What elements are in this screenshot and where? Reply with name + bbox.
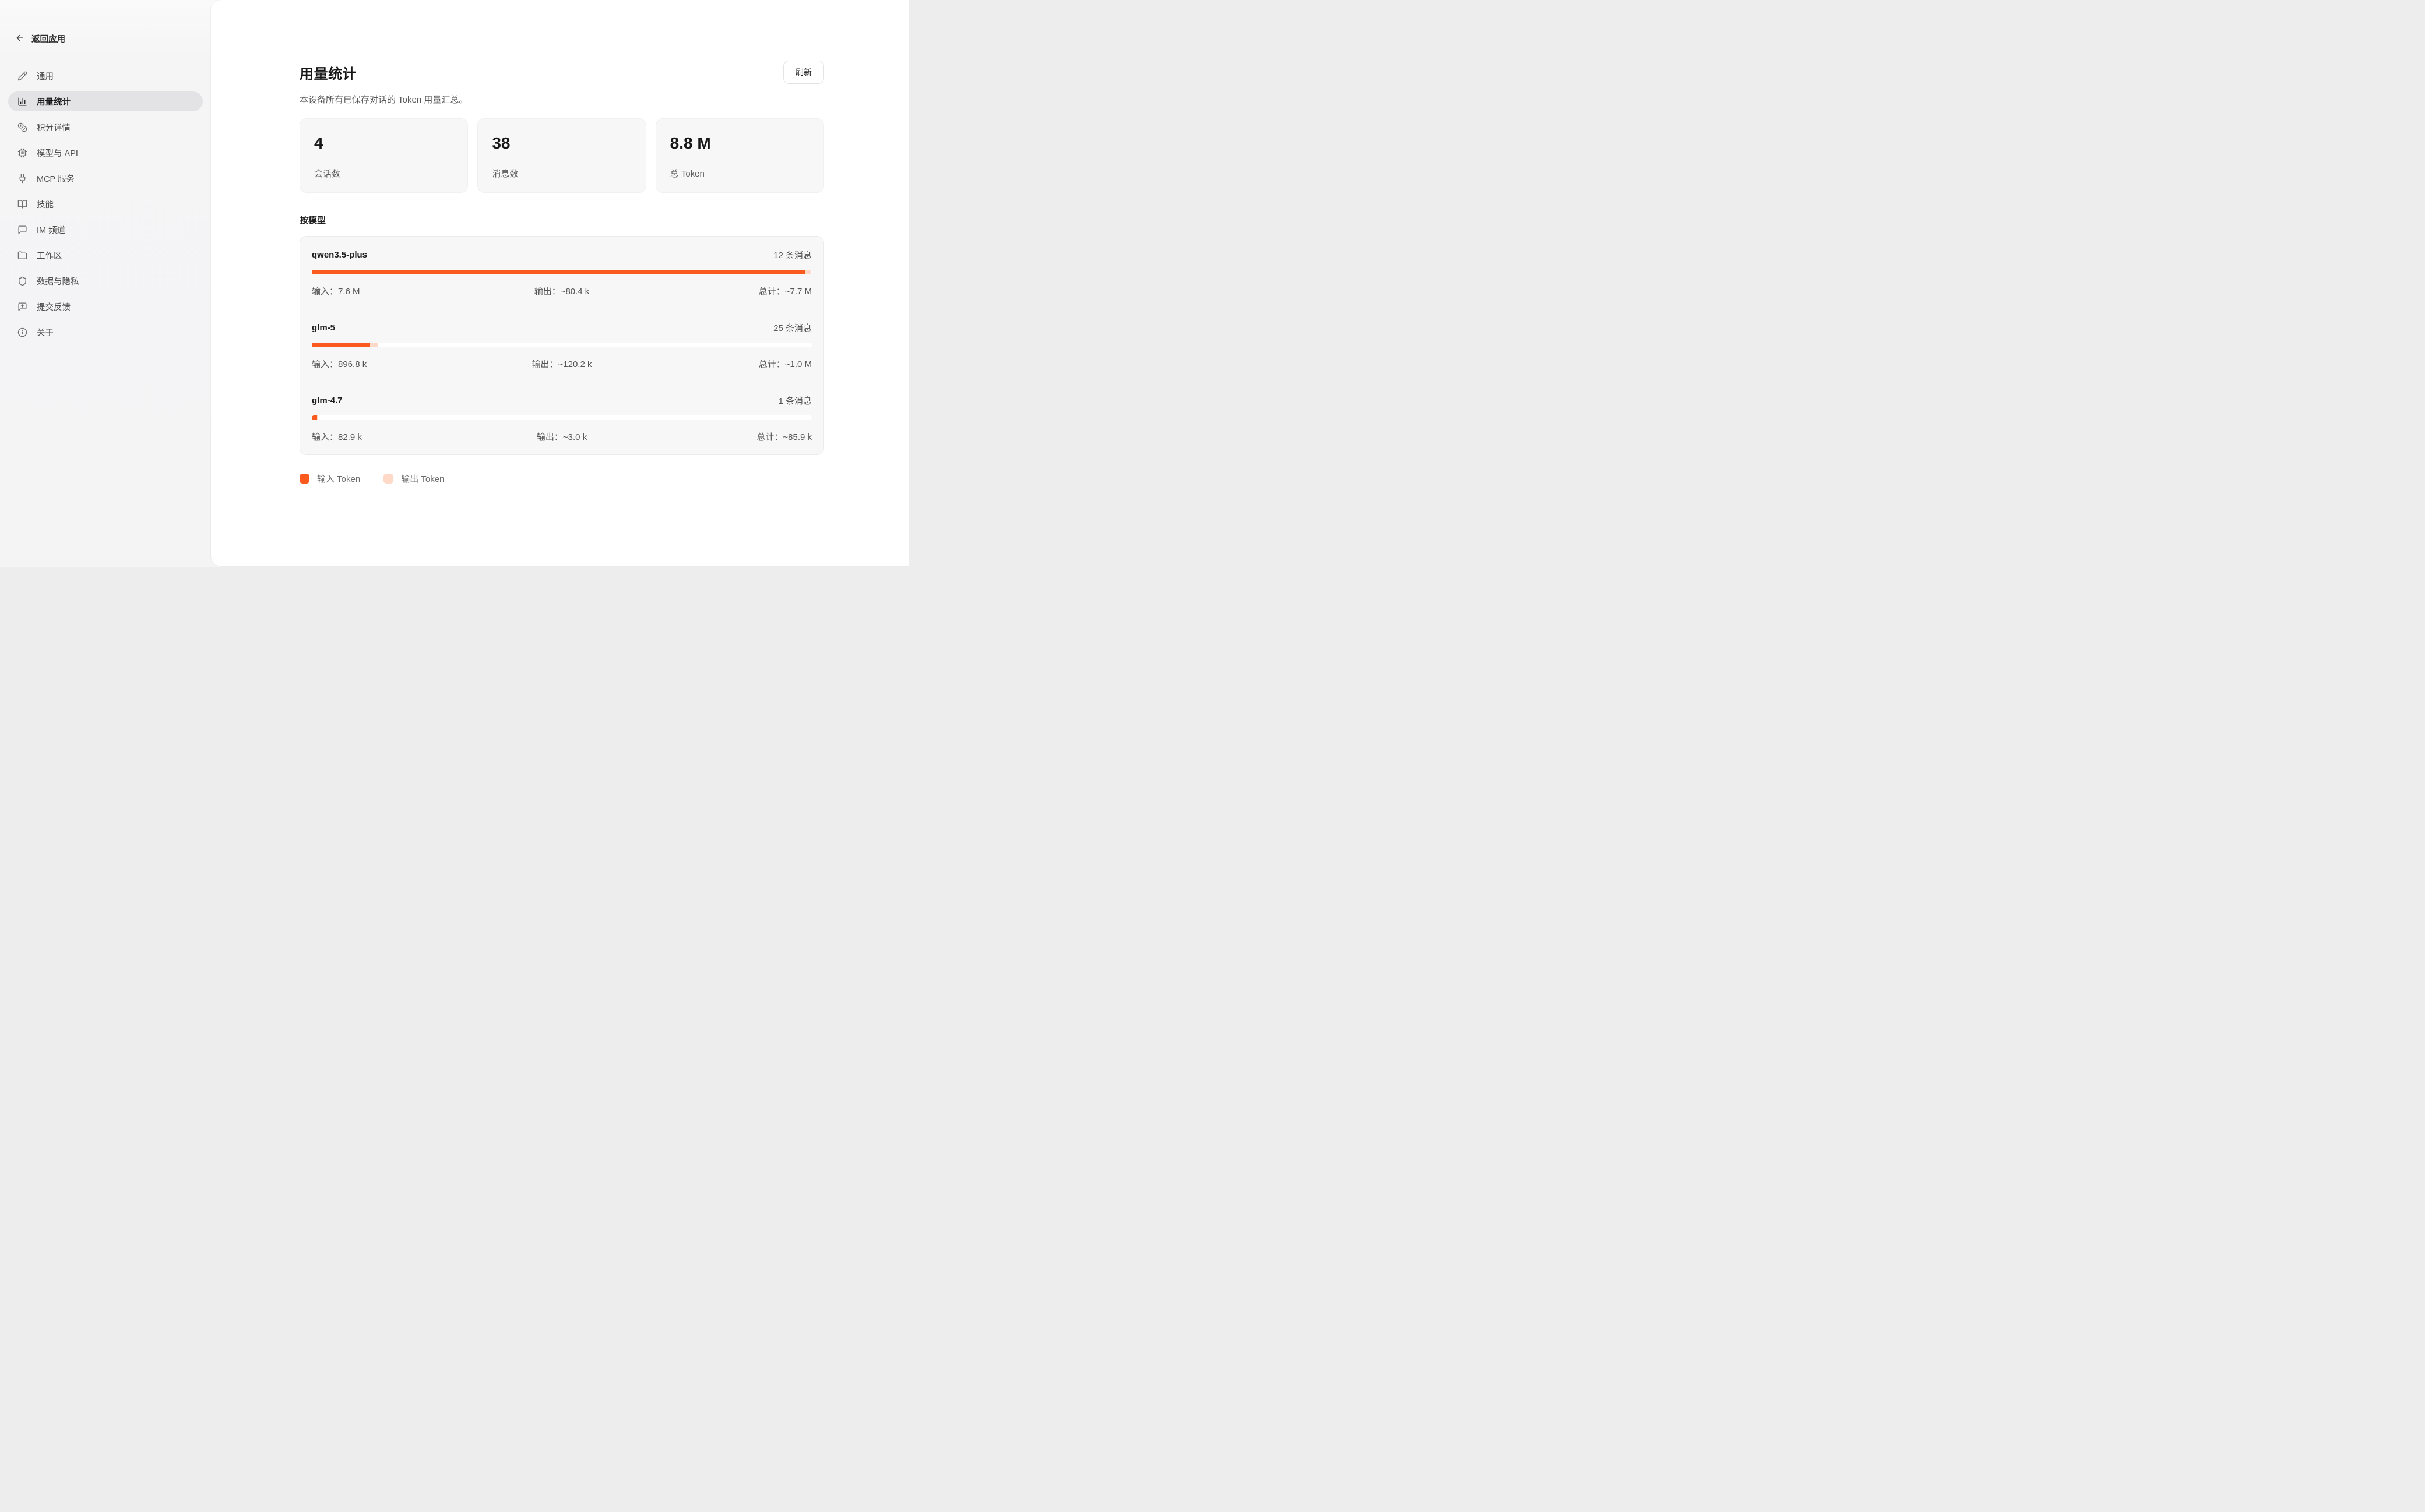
sidebar-item-about[interactable]: 关于 bbox=[8, 322, 203, 342]
input-token-swatch bbox=[300, 474, 309, 484]
sidebar-item-general[interactable]: 通用 bbox=[8, 66, 203, 86]
model-row: glm-5 25 条消息 输入：896.8 k 输出：~120.2 k 总计：~… bbox=[300, 309, 823, 382]
sidebar-item-label: 通用 bbox=[37, 70, 54, 82]
sidebar-item-label: 关于 bbox=[37, 326, 54, 339]
model-input-tokens: 输入：896.8 k bbox=[312, 358, 478, 370]
by-model-card: qwen3.5-plus 12 条消息 输入：7.6 M 输出：~80.4 k … bbox=[300, 236, 824, 455]
sidebar-item-feedback[interactable]: 提交反馈 bbox=[8, 297, 203, 316]
book-open-icon bbox=[17, 199, 27, 209]
sidebar-item-im-channels[interactable]: IM 频道 bbox=[8, 220, 203, 239]
model-name: qwen3.5-plus bbox=[312, 250, 367, 260]
shield-icon bbox=[17, 276, 27, 286]
token-usage-bar bbox=[312, 270, 812, 274]
sidebar-item-label: MCP 服务 bbox=[37, 172, 75, 185]
output-token-segment bbox=[805, 270, 811, 274]
sidebar-item-skills[interactable]: 技能 bbox=[8, 194, 203, 214]
input-token-segment bbox=[312, 415, 317, 420]
sidebar-item-usage-stats[interactable]: 用量统计 bbox=[8, 91, 203, 111]
model-input-tokens: 输入：7.6 M bbox=[312, 285, 478, 297]
sidebar-item-label: 技能 bbox=[37, 198, 54, 210]
stat-card-messages: 38 消息数 bbox=[477, 118, 646, 193]
sidebar-nav: 通用 用量统计 积分详情 模型与 API MCP 服务 技能 bbox=[8, 66, 203, 342]
token-usage-bar bbox=[312, 343, 812, 347]
cpu-icon bbox=[17, 148, 27, 158]
stat-value: 4 bbox=[314, 134, 453, 153]
model-name: glm-5 bbox=[312, 323, 335, 333]
model-name: glm-4.7 bbox=[312, 396, 343, 406]
model-output-tokens: 输出：~80.4 k bbox=[478, 285, 645, 297]
sidebar-item-label: 数据与隐私 bbox=[37, 275, 79, 287]
plug-icon bbox=[17, 174, 27, 184]
sidebar-item-label: 模型与 API bbox=[37, 147, 78, 159]
stat-card-sessions: 4 会话数 bbox=[300, 118, 468, 193]
app-window: 返回应用 通用 用量统计 积分详情 模型与 API MCP 服务 bbox=[0, 0, 909, 567]
sidebar-item-label: 用量统计 bbox=[37, 96, 71, 108]
message-square-icon bbox=[17, 225, 27, 235]
sidebar-item-mcp[interactable]: MCP 服务 bbox=[8, 168, 203, 188]
sidebar-item-models-api[interactable]: 模型与 API bbox=[8, 143, 203, 163]
main-panel: 用量统计 刷新 本设备所有已保存对话的 Token 用量汇总。 4 会话数 38… bbox=[211, 0, 909, 566]
model-output-tokens: 输出：~3.0 k bbox=[478, 431, 645, 443]
model-row: glm-4.7 1 条消息 输入：82.9 k 输出：~3.0 k 总计：~85… bbox=[300, 382, 823, 454]
page-title: 用量统计 bbox=[300, 62, 357, 83]
back-label: 返回应用 bbox=[31, 33, 65, 45]
refresh-button[interactable]: 刷新 bbox=[783, 61, 824, 84]
folder-icon bbox=[17, 251, 27, 260]
message-square-plus-icon bbox=[17, 302, 27, 312]
stat-card-total-tokens: 8.8 M 总 Token bbox=[656, 118, 824, 193]
model-total-tokens: 总计：~1.0 M bbox=[645, 358, 812, 370]
sidebar-item-label: IM 频道 bbox=[37, 224, 65, 236]
legend-label: 输入 Token bbox=[317, 473, 360, 485]
stat-label: 总 Token bbox=[670, 167, 809, 179]
pencil-icon bbox=[17, 71, 27, 81]
bar-legend: 输入 Token 输出 Token bbox=[300, 473, 824, 485]
back-to-app-button[interactable]: 返回应用 bbox=[8, 33, 203, 45]
input-token-segment bbox=[312, 343, 370, 347]
page-subtitle: 本设备所有已保存对话的 Token 用量汇总。 bbox=[300, 93, 824, 105]
page-header: 用量统计 刷新 bbox=[300, 61, 824, 84]
settings-sidebar: 返回应用 通用 用量统计 积分详情 模型与 API MCP 服务 bbox=[0, 0, 211, 567]
sidebar-item-label: 提交反馈 bbox=[37, 301, 71, 313]
stat-value: 38 bbox=[492, 134, 631, 153]
summary-cards: 4 会话数 38 消息数 8.8 M 总 Token bbox=[300, 118, 824, 193]
model-row: qwen3.5-plus 12 条消息 输入：7.6 M 输出：~80.4 k … bbox=[300, 237, 823, 309]
sidebar-item-data-privacy[interactable]: 数据与隐私 bbox=[8, 271, 203, 291]
sidebar-item-label: 工作区 bbox=[37, 249, 62, 262]
arrow-left-icon bbox=[15, 33, 24, 45]
model-total-tokens: 总计：~85.9 k bbox=[645, 431, 812, 443]
coins-icon bbox=[17, 122, 27, 132]
input-token-segment bbox=[312, 270, 805, 274]
output-token-swatch bbox=[383, 474, 393, 484]
info-icon bbox=[17, 327, 27, 337]
bar-chart-icon bbox=[17, 97, 27, 107]
by-model-heading: 按模型 bbox=[300, 214, 824, 226]
stat-value: 8.8 M bbox=[670, 134, 809, 153]
legend-item-output: 输出 Token bbox=[383, 473, 444, 485]
token-usage-bar bbox=[312, 415, 812, 420]
stat-label: 会话数 bbox=[314, 167, 453, 179]
model-input-tokens: 输入：82.9 k bbox=[312, 431, 478, 443]
sidebar-item-workspace[interactable]: 工作区 bbox=[8, 245, 203, 265]
legend-item-input: 输入 Token bbox=[300, 473, 360, 485]
model-total-tokens: 总计：~7.7 M bbox=[645, 285, 812, 297]
model-message-count: 25 条消息 bbox=[773, 322, 812, 334]
sidebar-item-label: 积分详情 bbox=[37, 121, 71, 133]
output-token-segment bbox=[370, 343, 378, 347]
model-message-count: 12 条消息 bbox=[773, 249, 812, 261]
model-message-count: 1 条消息 bbox=[778, 394, 812, 407]
legend-label: 输出 Token bbox=[401, 473, 444, 485]
model-output-tokens: 输出：~120.2 k bbox=[478, 358, 645, 370]
stat-label: 消息数 bbox=[492, 167, 631, 179]
sidebar-item-credits[interactable]: 积分详情 bbox=[8, 117, 203, 137]
